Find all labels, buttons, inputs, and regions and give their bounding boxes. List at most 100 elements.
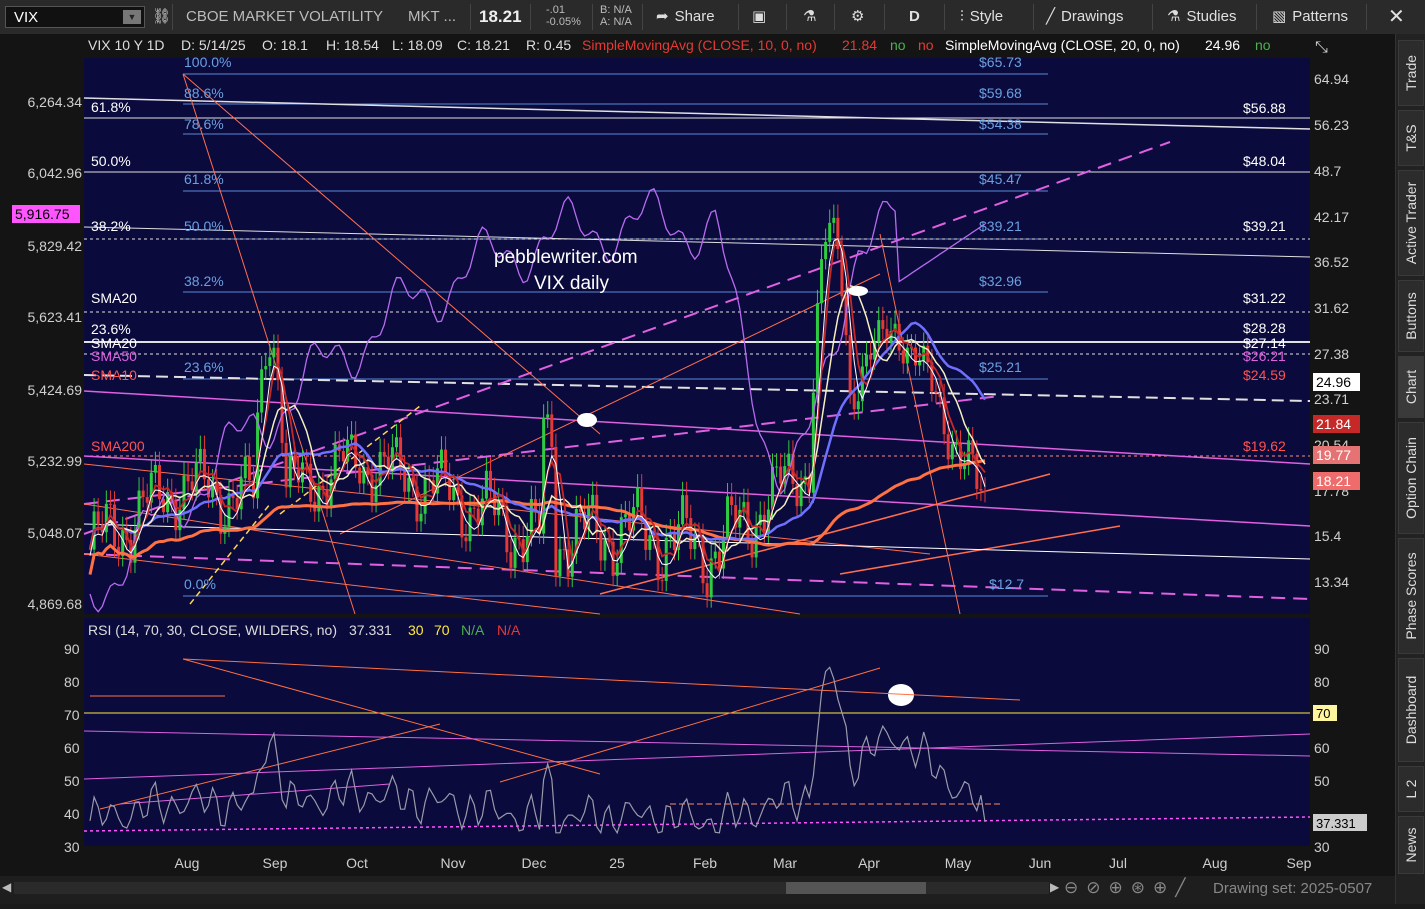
close-icon[interactable]: ✕	[1388, 0, 1405, 34]
svg-text:36.52: 36.52	[1314, 254, 1349, 270]
rsi-os: 70	[434, 622, 450, 638]
tab-active-trader[interactable]: Active Trader	[1398, 170, 1424, 276]
period-button[interactable]: D	[909, 0, 920, 34]
bid: B: N/A	[600, 4, 632, 16]
chart-area[interactable]: VIX 10 Y 1D D: 5/14/25 O: 18.1 H: 18.54 …	[0, 34, 1395, 904]
candle-body	[787, 453, 791, 467]
candle-body	[145, 497, 149, 503]
svg-text:88.6%: 88.6%	[184, 85, 224, 101]
candle-body	[509, 552, 513, 568]
link-icon[interactable]: ⛓	[152, 0, 177, 34]
svg-text:May: May	[945, 855, 971, 871]
svg-text:SMA10: SMA10	[91, 367, 137, 383]
tab-time-sales[interactable]: T&S	[1398, 110, 1424, 166]
svg-text:90: 90	[1314, 641, 1330, 657]
candle-body	[493, 490, 497, 516]
svg-text:90: 90	[64, 641, 80, 657]
tab-trade[interactable]: Trade	[1398, 40, 1424, 106]
pct-change: -0.05%	[546, 16, 581, 28]
x-axis: Aug Sep Oct Nov Dec 25 Feb Mar Apr May J…	[175, 855, 1312, 871]
style-button[interactable]: ⫶ Style	[960, 0, 1003, 34]
svg-text:Oct: Oct	[346, 855, 368, 871]
svg-text:$26.21: $26.21	[1243, 348, 1286, 364]
bid-ask: B: N/A A: N/A	[600, 4, 632, 28]
tab-option-chain[interactable]: Option Chain	[1398, 422, 1424, 534]
svg-text:$39.21: $39.21	[1243, 218, 1286, 234]
flask-icon[interactable]: ⚗	[803, 0, 822, 34]
style-label: Style	[969, 8, 1004, 25]
candle-body	[198, 448, 202, 462]
svg-text:50: 50	[64, 773, 80, 789]
svg-text:80: 80	[1314, 674, 1330, 690]
chevron-down-icon[interactable]: ▼	[123, 10, 141, 24]
gear-icon[interactable]: ⚙	[851, 0, 870, 34]
sma20-no: no	[1255, 37, 1271, 53]
candle-body	[484, 470, 488, 499]
svg-text:25: 25	[609, 855, 625, 871]
drawing-set-label[interactable]: Drawing set: 2025-0507	[1213, 880, 1372, 897]
svg-text:5,232.99: 5,232.99	[28, 453, 83, 469]
left-axis: 6,264.34 6,042.96 5,829.42 5,623.41 5,42…	[28, 94, 83, 612]
rsi-title: RSI (14, 70, 30, CLOSE, WILDERS, no)	[88, 622, 337, 638]
svg-text:$24.59: $24.59	[1243, 367, 1286, 383]
svg-text:60: 60	[64, 740, 80, 756]
svg-text:64.94: 64.94	[1314, 71, 1349, 87]
net-change: -.01	[546, 4, 565, 16]
candle-body	[877, 320, 881, 342]
candle-body	[558, 549, 562, 577]
candle-body	[648, 535, 652, 550]
candle-body	[836, 217, 840, 249]
candle-body	[979, 488, 983, 491]
tab-news[interactable]: News	[1398, 816, 1424, 874]
zoom-controls[interactable]: ⊖⊘⊕⊛⊕╱	[1064, 878, 1193, 898]
svg-text:5,424.69: 5,424.69	[28, 382, 83, 398]
collapse-icon[interactable]: ⤡	[1315, 39, 1328, 56]
candle-body	[820, 259, 824, 304]
candle-body	[954, 443, 958, 445]
studies-button[interactable]: ⚗ Studies	[1167, 0, 1237, 34]
scrollbar-thumb[interactable]	[786, 882, 926, 894]
svg-text:38.2%: 38.2%	[184, 273, 224, 289]
candle-body	[550, 414, 554, 447]
svg-text:80: 80	[64, 674, 80, 690]
svg-text:$25.21: $25.21	[979, 359, 1022, 375]
chart-svg[interactable]: VIX 10 Y 1D D: 5/14/25 O: 18.1 H: 18.54 …	[0, 34, 1395, 904]
candle-body	[852, 393, 856, 410]
tab-l2[interactable]: L 2	[1398, 766, 1424, 812]
svg-text:50.0%: 50.0%	[91, 153, 131, 169]
scroll-left-icon[interactable]: ◀	[2, 880, 14, 894]
svg-text:15.4: 15.4	[1314, 528, 1341, 544]
svg-text:Mar: Mar	[773, 855, 797, 871]
price-tags: 24.96 21.84 19.77 18.21	[1313, 373, 1360, 490]
candle-body	[901, 350, 905, 364]
calendar-icon[interactable]: ▣	[752, 0, 772, 34]
svg-text:78.6%: 78.6%	[184, 116, 224, 132]
svg-text:$56.88: $56.88	[1243, 100, 1286, 116]
right-sidebar: Trade T&S Active Trader Buttons Chart Op…	[1395, 34, 1425, 904]
drawings-button[interactable]: ╱ Drawings	[1046, 0, 1124, 34]
candle-body	[153, 464, 157, 473]
rsi-value-tag: 37.331	[1316, 816, 1356, 831]
svg-text:23.6%: 23.6%	[184, 359, 224, 375]
svg-text:Aug: Aug	[175, 855, 200, 871]
share-button[interactable]: ➦ Share	[656, 0, 715, 34]
symbol-input[interactable]: VIX ▼	[5, 6, 145, 28]
patterns-button[interactable]: ▧ Patterns	[1272, 0, 1348, 34]
svg-text:30: 30	[64, 839, 80, 855]
candle-body	[227, 493, 231, 527]
tab-dashboard[interactable]: Dashboard	[1398, 658, 1424, 762]
candle-body	[439, 449, 443, 469]
tab-chart[interactable]: Chart	[1398, 356, 1424, 418]
scroll-right-icon[interactable]: ▶	[1050, 880, 1059, 894]
scrollbar-track[interactable]	[14, 882, 1049, 894]
tab-phase-scores[interactable]: Phase Scores	[1398, 538, 1424, 654]
svg-text:38.2%: 38.2%	[91, 218, 131, 234]
candle-body	[190, 481, 194, 491]
svg-text:SMA20: SMA20	[91, 290, 137, 306]
svg-text:0.0%: 0.0%	[184, 576, 216, 592]
chart-title: VIX 10 Y 1D	[88, 37, 165, 53]
candle-body	[399, 437, 403, 470]
tab-buttons[interactable]: Buttons	[1398, 280, 1424, 352]
sma10-label: SimpleMovingAvg (CLOSE, 10, 0, no)	[582, 37, 817, 53]
svg-text:24.96: 24.96	[1316, 374, 1351, 390]
